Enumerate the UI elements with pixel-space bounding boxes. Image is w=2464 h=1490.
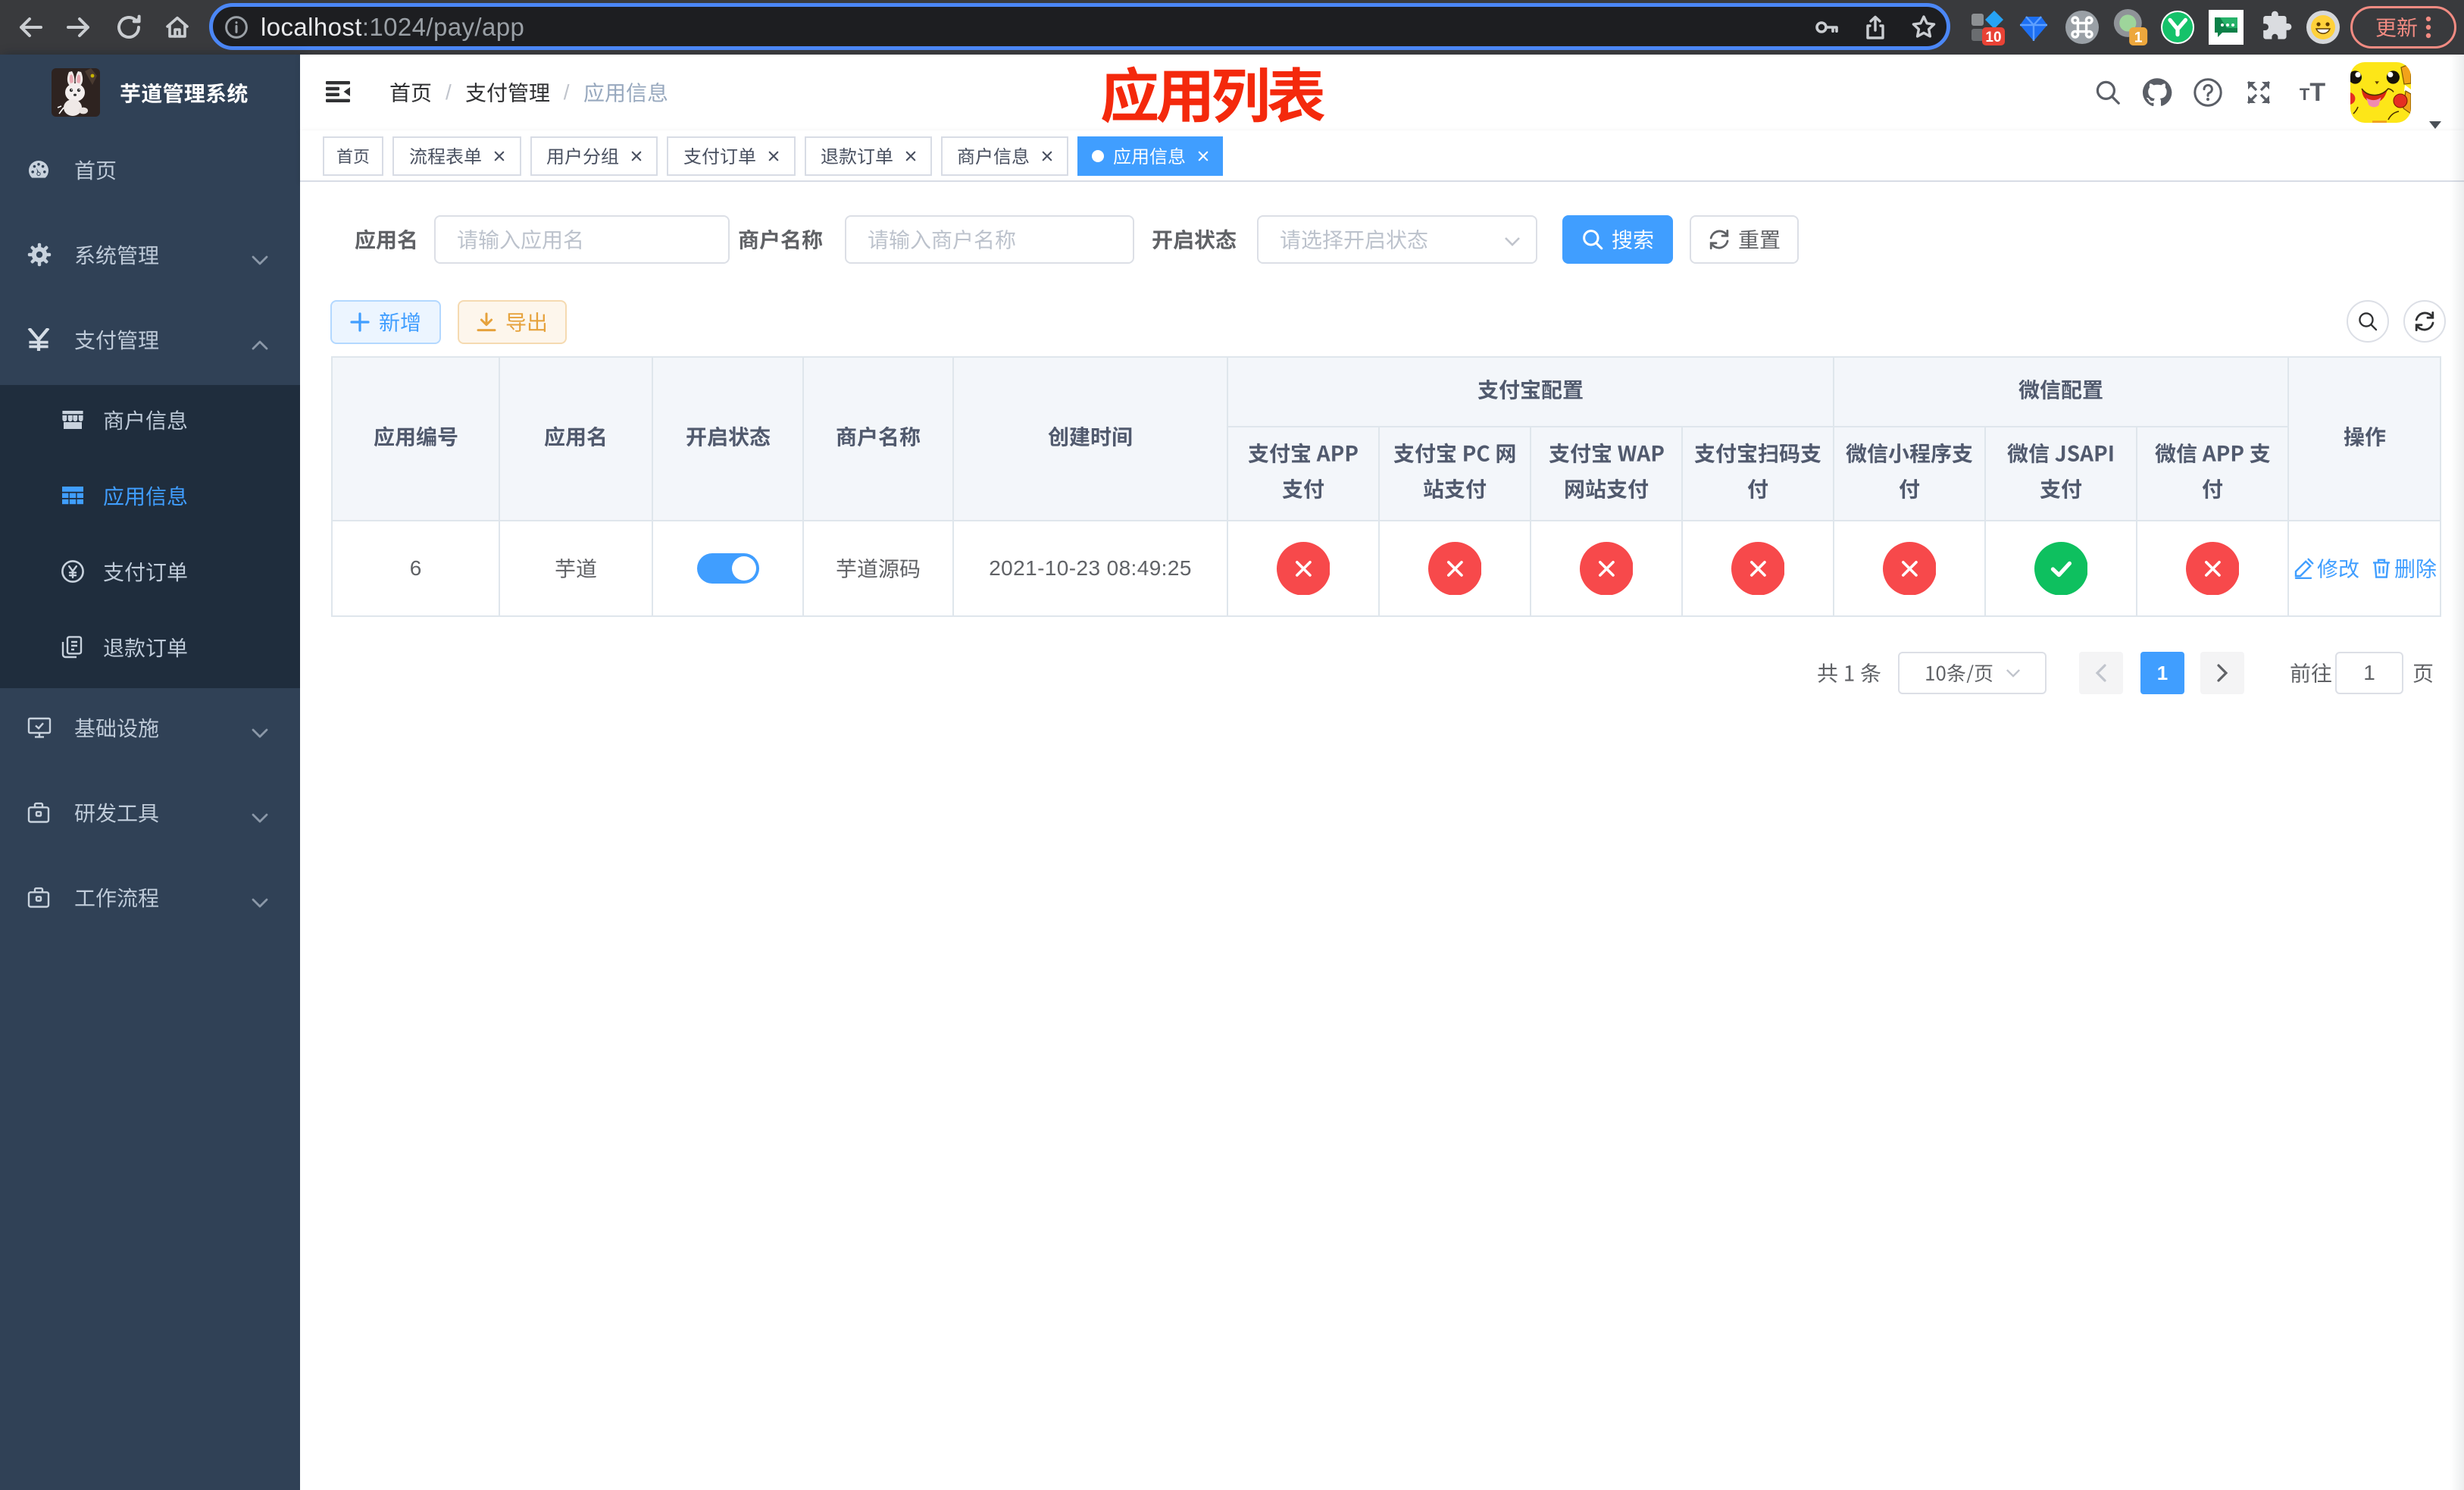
svg-text:1: 1: [2134, 29, 2143, 45]
svg-text:10: 10: [1985, 30, 2001, 45]
